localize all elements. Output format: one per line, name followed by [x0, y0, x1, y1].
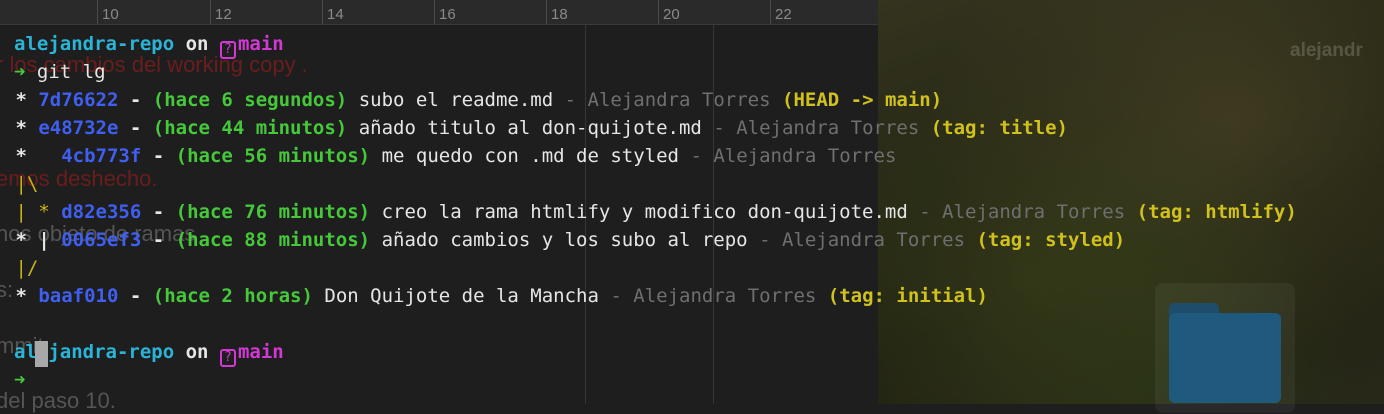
input-line[interactable]: ➜: [14, 366, 25, 394]
separator: -: [152, 201, 165, 223]
commit-ref: (tag: title): [930, 117, 1068, 139]
separator: -: [610, 285, 622, 307]
separator: -: [759, 229, 771, 251]
log-line: * | 0065ef3 - (hace 88 minutos) añado ca…: [4, 226, 1125, 254]
commit-graph: *: [4, 89, 27, 111]
git-branch-icon: ?: [219, 41, 236, 59]
separator: -: [713, 117, 725, 139]
commit-graph: *: [4, 145, 50, 167]
log-line: * e48732e - (hace 44 minutos) añado titu…: [4, 114, 1068, 142]
ruler-tick: 12: [215, 6, 232, 23]
commit-author: Alejandra Torres: [781, 229, 966, 251]
ruler-tick: 16: [439, 6, 456, 23]
text-cursor: [35, 341, 48, 367]
commit-message: Don Quijote de la Mancha: [324, 285, 599, 307]
graph-line: |/: [4, 257, 39, 279]
ruler-tick: 20: [663, 6, 680, 23]
ruler-tick: 18: [551, 6, 568, 23]
commit-time: (hace 56 minutos): [175, 145, 371, 167]
separator: -: [152, 145, 165, 167]
commit-hash: 0065ef3: [61, 229, 142, 251]
commit-time: (hace 88 minutos): [175, 229, 371, 251]
commit-time: (hace 76 minutos): [175, 201, 371, 223]
terminal-window[interactable]: alejandra-repo on ? main ➜ git lg * 7d766…: [0, 24, 1297, 404]
prompt-arrow-icon: ➜: [14, 61, 26, 83]
commit-ref: (tag: styled): [976, 229, 1126, 251]
separator: -: [919, 201, 931, 223]
log-line: | * d82e356 - (hace 76 minutos) creo la …: [4, 198, 1297, 226]
commit-graph: *: [4, 117, 27, 139]
separator: -: [564, 89, 577, 111]
commit-ref: (HEAD -> main): [782, 89, 943, 111]
commit-author: Alejandra Torres: [736, 117, 920, 139]
commit-author: Alejandra Torres: [587, 89, 771, 111]
commit-ref: (tag: htmlify): [1136, 201, 1297, 223]
commit-author: Alejandra Torres: [713, 145, 897, 167]
commit-author: Alejandra Torres: [633, 285, 817, 307]
document-ruler: 10 12 14 16 18 20 22: [0, 0, 878, 25]
prompt-on-label: on: [185, 33, 209, 55]
commit-hash: d82e356: [61, 201, 142, 223]
ruler-tick: 14: [327, 6, 344, 23]
commit-graph: | *: [4, 201, 50, 223]
commit-message: subo el readme.md: [358, 89, 554, 111]
repo-name: alejandra-repo: [14, 33, 175, 55]
folder-icon[interactable]: [1155, 283, 1295, 413]
commit-hash: baaf010: [38, 285, 119, 307]
separator: -: [152, 229, 165, 251]
commit-message: añado titulo al don-quijote.md: [358, 117, 702, 139]
separator: -: [129, 117, 142, 139]
commit-message: me quedo con .md de styled: [381, 145, 679, 167]
commit-time: (hace 44 minutos): [152, 117, 348, 139]
commit-ref: (tag: initial): [827, 285, 988, 307]
ruler-tick: 22: [775, 6, 792, 23]
separator: -: [690, 145, 702, 167]
prompt-arrow-icon: ➜: [14, 369, 26, 391]
prompt-line: alejandra-repo on ? main: [14, 338, 284, 367]
commit-graph: *: [4, 285, 27, 307]
desktop-file-label: alejandr: [1290, 40, 1363, 61]
prompt-line: alejandra-repo on ? main: [14, 30, 284, 59]
git-branch-icon: ?: [219, 349, 236, 367]
separator: -: [129, 89, 142, 111]
command-line: ➜ git lg: [14, 58, 106, 86]
log-line: * 4cb773f - (hace 56 minutos) me quedo c…: [4, 142, 896, 170]
separator: -: [129, 285, 142, 307]
commit-hash: 4cb773f: [61, 145, 142, 167]
branch-name: main: [237, 33, 284, 55]
branch-name: main: [237, 341, 284, 363]
log-line: * 7d76622 - (hace 6 segundos) subo el re…: [4, 86, 942, 114]
prompt-on-label: on: [185, 341, 209, 363]
commit-graph: * |: [4, 229, 50, 251]
commit-hash: 7d76622: [38, 89, 119, 111]
commit-time: (hace 2 horas): [152, 285, 313, 307]
commit-author: Alejandra Torres: [942, 201, 1126, 223]
commit-time: (hace 6 segundos): [152, 89, 348, 111]
commit-message: creo la rama htmlify y modifico don-quij…: [381, 201, 908, 223]
commit-hash: e48732e: [38, 117, 119, 139]
graph-line: |\: [4, 173, 39, 195]
ruler-tick: 10: [102, 6, 119, 23]
command-text: git lg: [36, 61, 106, 83]
commit-message: añado cambios y los subo al repo: [381, 229, 748, 251]
log-line: * baaf010 - (hace 2 horas) Don Quijote d…: [4, 282, 988, 310]
